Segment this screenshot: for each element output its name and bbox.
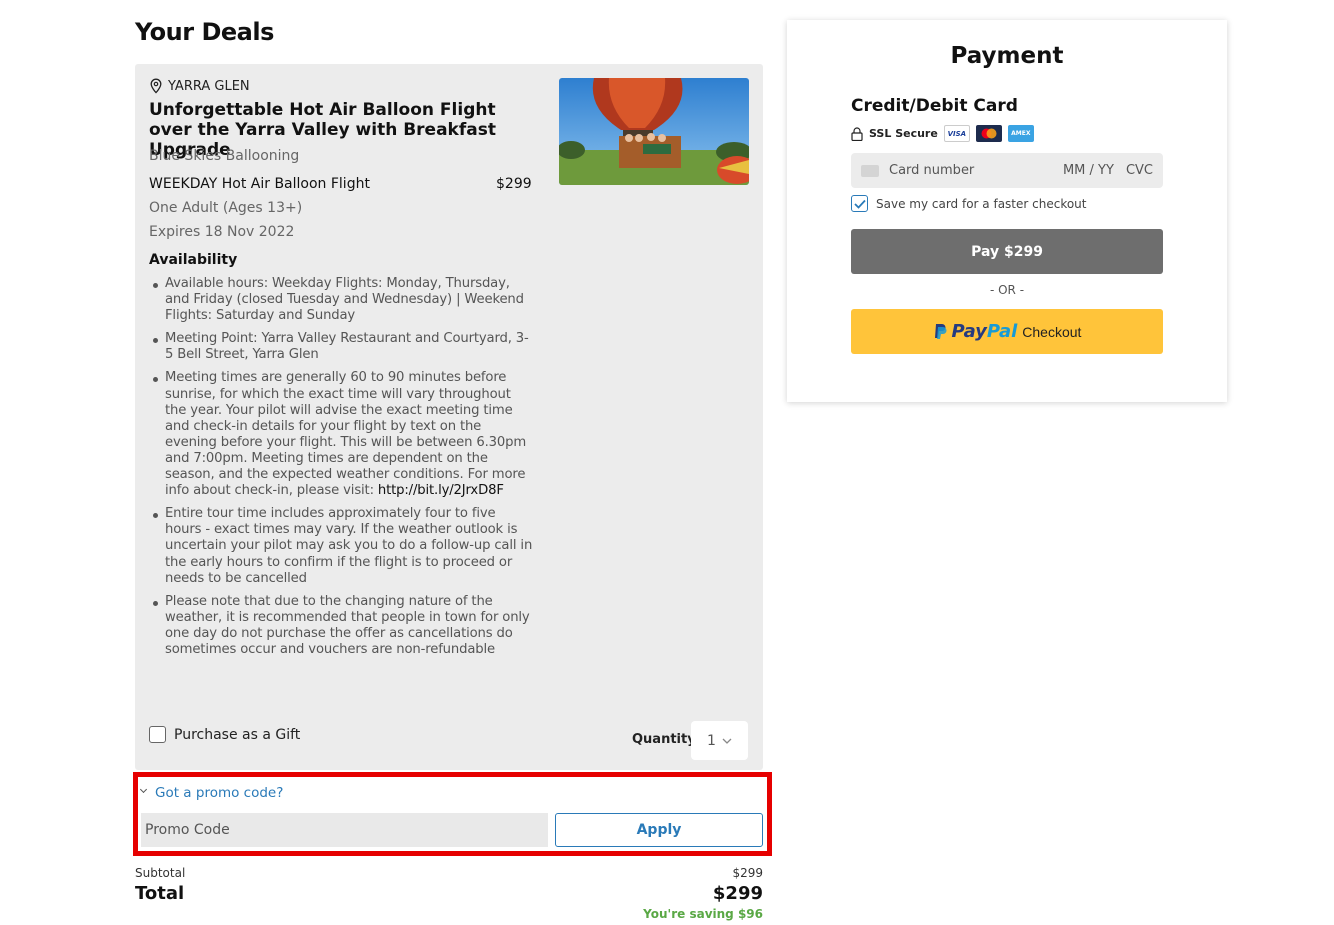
card-method-title: Credit/Debit Card [851, 96, 1018, 116]
deal-location: YARRA GLEN [149, 78, 250, 94]
payment-title: Payment [950, 43, 1064, 69]
expiry-placeholder: MM / YY [1062, 163, 1114, 178]
checkin-link[interactable]: http://bit.ly/2JrxD8F [378, 483, 504, 498]
checkmark-icon [853, 199, 866, 209]
paypal-checkout-label: Checkout [1022, 323, 1082, 340]
total-label: Total [135, 883, 185, 904]
location-label: YARRA GLEN [168, 78, 250, 94]
quantity-select[interactable]: 1 [691, 721, 748, 760]
availability-item: Entire tour time includes approximately … [149, 506, 533, 586]
caret-icon [139, 785, 148, 794]
deal-pax: One Adult (Ages 13+) [149, 200, 303, 216]
promo-section: Got a promo code? Apply [133, 772, 772, 856]
paypal-logo-pal: Pal [986, 321, 1018, 342]
ssl-label: SSL Secure [869, 127, 938, 140]
pay-button[interactable]: Pay $299 [851, 229, 1163, 274]
saving-text: You're saving $96 [643, 907, 763, 921]
availability-item: Please note that due to the changing nat… [149, 594, 533, 658]
page-heading: Your Deals [135, 18, 274, 46]
deal-image [559, 78, 749, 185]
deal-expiry: Expires 18 Nov 2022 [149, 224, 295, 240]
amex-icon: AMEX [1007, 125, 1034, 142]
credit-card-icon [861, 164, 879, 177]
or-divider: - OR - [989, 283, 1025, 297]
deal-option-price: $299 [496, 176, 532, 192]
save-card-checkbox[interactable]: Save my card for a faster checkout [851, 195, 1087, 212]
cvc-placeholder: CVC [1125, 163, 1153, 178]
paypal-icon [934, 324, 947, 339]
availability-item-text: Meeting times are generally 60 to 90 min… [165, 370, 527, 499]
paypal-logo: PayPal [952, 321, 1018, 342]
save-card-checkbox-box[interactable] [851, 195, 868, 212]
deal-operator: Blue Skies Ballooning [149, 148, 300, 164]
availability-item: Meeting Point: Yarra Valley Restaurant a… [149, 331, 533, 363]
gift-checkbox-box[interactable] [149, 726, 166, 743]
chevron-down-icon [722, 738, 732, 744]
subtotal-value: $299 [732, 866, 763, 880]
paypal-checkout-button[interactable]: PayPal Checkout [851, 309, 1163, 354]
paypal-logo-pay: Pay [951, 321, 987, 342]
availability-item: Available hours: Weekday Flights: Monday… [149, 276, 533, 324]
quantity-value: 1 [707, 732, 716, 749]
apply-promo-button[interactable]: Apply [555, 813, 763, 847]
card-number-field[interactable]: Card number MM / YY CVC [851, 153, 1163, 188]
availability-item: Meeting times are generally 60 to 90 min… [149, 370, 533, 499]
location-pin-icon [150, 78, 162, 94]
quantity-label: Quantity [632, 732, 696, 747]
promo-toggle-link[interactable]: Got a promo code? [155, 785, 283, 801]
availability-list: Available hours: Weekday Flights: Monday… [149, 276, 533, 665]
save-card-label: Save my card for a faster checkout [876, 196, 1087, 211]
card-number-placeholder: Card number [889, 163, 975, 178]
promo-code-input[interactable] [141, 813, 548, 847]
gift-label: Purchase as a Gift [174, 726, 301, 743]
deal-card: YARRA GLEN Unforgettable Hot Air Balloon… [135, 64, 763, 770]
availability-title: Availability [149, 252, 238, 268]
payment-panel: Payment Credit/Debit Card SSL Secure VIS… [787, 20, 1227, 402]
mastercard-icon [975, 125, 1002, 142]
total-value: $299 [712, 883, 763, 904]
subtotal-label: Subtotal [135, 866, 186, 880]
deal-option-name: WEEKDAY Hot Air Balloon Flight [149, 176, 370, 192]
balloon-photo [559, 78, 749, 185]
ssl-badge: SSL Secure VISA AMEX [851, 125, 1034, 142]
visa-icon: VISA [943, 125, 970, 142]
gift-checkbox[interactable]: Purchase as a Gift [149, 726, 300, 743]
lock-icon [851, 126, 863, 141]
